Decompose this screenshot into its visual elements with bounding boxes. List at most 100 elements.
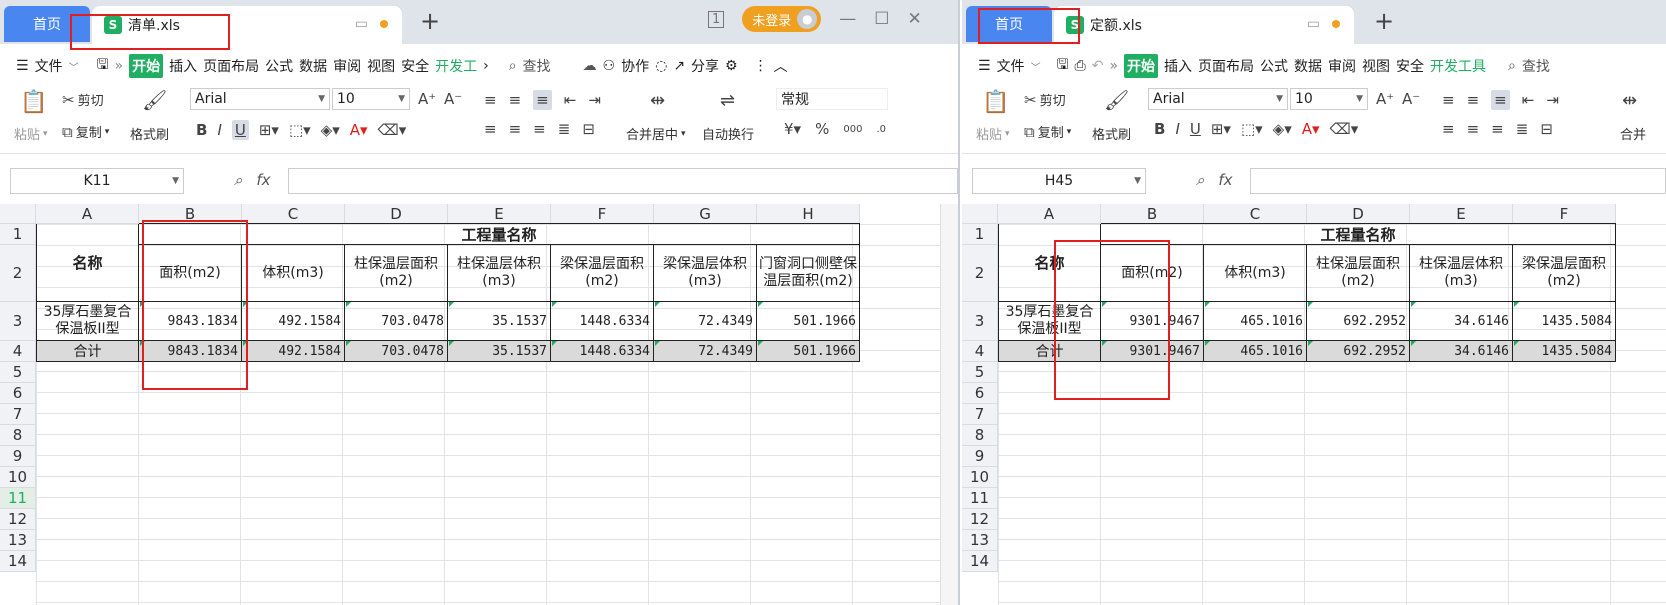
data-cell[interactable]: 703.0478 (345, 302, 448, 341)
vertical-scrollbar[interactable] (940, 204, 958, 605)
fx-icon[interactable]: fx (256, 171, 270, 189)
header-group-cell[interactable]: 工程量名称 (139, 224, 860, 245)
italic-icon[interactable]: I (1175, 120, 1179, 138)
number-format-select[interactable]: 常规 (776, 88, 888, 110)
row-header[interactable]: 1 (962, 224, 998, 245)
menu-developer[interactable]: 开发工具 (1430, 56, 1486, 76)
brush-icon[interactable]: 🖌 (142, 88, 167, 112)
eraser-icon[interactable]: ⌫▾ (378, 121, 407, 139)
subheader-cell[interactable]: 门窗洞口侧壁保温层面积(m2) (757, 245, 860, 302)
cut-button[interactable]: ✂ 剪切 (62, 90, 104, 110)
column-header[interactable]: F (551, 204, 654, 224)
column-header[interactable]: B (139, 204, 242, 224)
subheader-cell[interactable]: 柱保温层体积(m3) (448, 245, 551, 302)
font-size-increase-icon[interactable]: A⁺ (1376, 90, 1394, 108)
total-cell[interactable]: 492.1584 (242, 341, 345, 362)
menu-developer[interactable]: 开发工 (435, 56, 477, 76)
align-center-icon[interactable]: ≡ (1467, 120, 1480, 138)
close-icon[interactable]: ✕ (908, 9, 922, 29)
total-label-cell[interactable]: 合计 (36, 341, 139, 362)
menu-formula[interactable]: 公式 (265, 56, 293, 76)
fill-color-icon[interactable]: ◈▾ (1273, 120, 1292, 138)
undo-icon[interactable]: ↶ (1092, 58, 1104, 74)
subheader-cell[interactable]: 柱保温层面积(m2) (1307, 245, 1410, 302)
row-header[interactable]: 11 (962, 488, 998, 509)
column-header[interactable]: E (448, 204, 551, 224)
paste-icon[interactable]: 📋 (982, 90, 1009, 115)
paste-icon[interactable]: 📋 (20, 90, 47, 115)
align-right-icon[interactable]: ≡ (1491, 120, 1504, 138)
menu-page-layout[interactable]: 页面布局 (203, 56, 259, 76)
row-header[interactable]: 12 (962, 509, 998, 530)
row-header[interactable]: 4 (962, 341, 998, 362)
menu-file[interactable]: 文件 (35, 56, 63, 76)
formula-input[interactable] (288, 168, 958, 194)
hamburger-icon[interactable]: ☰ (16, 58, 29, 74)
row-header[interactable]: 9 (0, 446, 36, 467)
total-cell[interactable]: 465.1016 (1204, 341, 1307, 362)
new-tab-plus-icon[interactable]: + (1374, 9, 1394, 33)
row-header[interactable]: 9 (962, 446, 998, 467)
total-cell[interactable]: 34.6146 (1410, 341, 1513, 362)
chevron-down-icon[interactable]: ﹀ (1031, 59, 1041, 74)
data-cell[interactable]: 72.4349 (654, 302, 757, 341)
menu-start[interactable]: 开始 (129, 54, 164, 78)
font-size-increase-icon[interactable]: A⁺ (418, 90, 436, 108)
align-top-icon[interactable]: ≡ (484, 91, 497, 109)
save-icon[interactable]: 🖫 (97, 54, 109, 78)
column-header[interactable]: D (345, 204, 448, 224)
merge-icon[interactable]: ⇹ (1622, 90, 1637, 111)
subheader-cell[interactable]: 梁保温层面积(m2) (551, 245, 654, 302)
italic-icon[interactable]: I (217, 121, 221, 139)
column-header[interactable]: F (1513, 204, 1616, 224)
total-label-cell[interactable]: 合计 (998, 341, 1101, 362)
underline-icon[interactable]: U (1190, 120, 1201, 138)
row-header[interactable]: 2 (0, 245, 36, 302)
sheet-grid[interactable]: A B C D E F G H 1 2 3 4 5 6 7 8 9 10 11 12 13 14 名称 工程量名称 面积(m2)… (0, 204, 958, 605)
menu-start[interactable]: 开始 (1124, 54, 1159, 78)
subheader-cell[interactable]: 柱保温层面积(m2) (345, 245, 448, 302)
align-bottom-icon[interactable]: ≡ (533, 90, 552, 110)
maximize-icon[interactable]: ☐ (874, 9, 889, 29)
align-center-icon[interactable]: ≡ (509, 120, 522, 138)
total-cell[interactable]: 9301.9467 (1101, 341, 1204, 362)
minimize-icon[interactable]: — (839, 9, 856, 29)
collab-label[interactable]: 协作 (621, 56, 649, 76)
collab-icon[interactable]: ⚇ (603, 58, 616, 74)
align-top-icon[interactable]: ≡ (1442, 91, 1455, 109)
select-all-corner[interactable] (0, 204, 36, 224)
sheet-grid[interactable]: A B C D E F 1 2 3 4 5 6 7 8 9 10 11 12 13 14 名称 工程量名称 面积(m2) 体积… (962, 204, 1666, 605)
wrap-text-button[interactable]: 自动换行 (702, 124, 754, 143)
search-icon[interactable]: ⌕ (509, 58, 517, 74)
font-family-select[interactable]: Arial ▼ (1148, 88, 1288, 110)
row-header[interactable]: 8 (962, 425, 998, 446)
row-header[interactable]: 10 (962, 467, 998, 488)
merge-button[interactable]: 合并 (1620, 124, 1646, 143)
data-cell[interactable]: 492.1584 (242, 302, 345, 341)
menu-security[interactable]: 安全 (401, 56, 429, 76)
menu-insert[interactable]: 插入 (169, 56, 197, 76)
search-label[interactable]: 查找 (523, 56, 551, 76)
align-left-icon[interactable]: ≡ (484, 120, 497, 138)
item-name-cell[interactable]: 35厚石墨复合保温板II型 (36, 302, 139, 341)
monitor-icon[interactable]: ▭ (355, 16, 368, 32)
total-cell[interactable]: 1448.6334 (551, 341, 654, 362)
row-header[interactable]: 4 (0, 341, 36, 362)
column-header[interactable]: A (36, 204, 139, 224)
tab-document[interactable]: S 清单.xls ▭ (92, 6, 402, 44)
column-header[interactable]: A (998, 204, 1101, 224)
login-button[interactable]: 未登录 ● (742, 6, 822, 32)
merge-center-button[interactable]: 合并居中 ▾ (626, 124, 686, 143)
menu-security[interactable]: 安全 (1396, 56, 1424, 76)
item-name-cell[interactable]: 35厚石墨复合保温板II型 (998, 302, 1101, 341)
bold-icon[interactable]: B (196, 121, 207, 139)
copy-button[interactable]: ⧉ 复制 ▾ (62, 122, 109, 142)
menu-formula[interactable]: 公式 (1260, 56, 1288, 76)
name-box[interactable]: H45 ▼ (972, 168, 1146, 194)
row-header[interactable]: 3 (962, 302, 998, 341)
subheader-cell[interactable]: 体积(m3) (1204, 245, 1307, 302)
menu-review[interactable]: 审阅 (1328, 56, 1356, 76)
format-painter-button[interactable]: 格式刷 (1092, 124, 1131, 143)
column-header[interactable]: H (757, 204, 860, 224)
data-cell[interactable]: 692.2952 (1307, 302, 1410, 341)
